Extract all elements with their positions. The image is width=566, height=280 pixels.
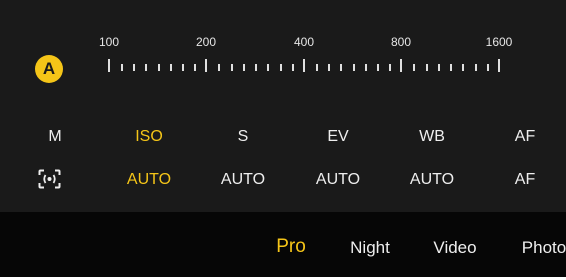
param-value-ev[interactable]: AUTO (316, 171, 360, 189)
ruler-minor-tick (182, 64, 184, 71)
ruler-minor-tick (280, 64, 282, 71)
ruler-minor-tick (365, 64, 367, 71)
ruler-minor-tick (133, 64, 135, 71)
ruler-minor-tick (231, 64, 233, 71)
ruler-major-tick (108, 59, 110, 72)
ruler-minor-tick (438, 64, 440, 71)
param-value-s[interactable]: AUTO (221, 171, 265, 189)
ruler-minor-tick (158, 64, 160, 71)
iso-ruler-label: 400 (293, 35, 315, 49)
ruler-major-tick (303, 59, 305, 72)
mode-video[interactable]: Video (433, 238, 476, 258)
mode-night[interactable]: Night (350, 238, 390, 258)
ruler-minor-tick (218, 64, 220, 71)
metering-icon[interactable] (38, 169, 61, 189)
param-value-wb[interactable]: AUTO (410, 171, 454, 189)
ruler-minor-tick (389, 64, 391, 71)
param-label-wb[interactable]: WB (419, 128, 445, 146)
ruler-minor-tick (475, 64, 477, 71)
ruler-major-tick (205, 59, 207, 72)
mode-pro[interactable]: Pro (276, 236, 306, 258)
ruler-minor-tick (353, 64, 355, 71)
iso-ruler-label: 100 (98, 35, 120, 49)
ruler-minor-tick (377, 64, 379, 71)
param-value-iso[interactable]: AUTO (127, 171, 171, 189)
ruler-minor-tick (292, 64, 294, 71)
ruler-minor-tick (194, 64, 196, 71)
ruler-minor-tick (487, 64, 489, 71)
ruler-minor-tick (255, 64, 257, 71)
iso-ruler-label: 1600 (485, 35, 513, 49)
ruler-minor-tick (316, 64, 318, 71)
ruler-minor-tick (328, 64, 330, 71)
param-value-af[interactable]: AF (515, 171, 535, 189)
ruler-minor-tick (462, 64, 464, 71)
ruler-major-tick (400, 59, 402, 72)
iso-ruler[interactable]: 100 200 400 800 1600 (0, 0, 566, 90)
param-label-af[interactable]: AF (515, 128, 535, 146)
iso-ruler-label: 200 (195, 35, 217, 49)
ruler-minor-tick (267, 64, 269, 71)
ruler-major-tick (498, 59, 500, 72)
mode-photo[interactable]: Photo (522, 238, 566, 258)
ruler-minor-tick (243, 64, 245, 71)
param-label-ev[interactable]: EV (327, 128, 348, 146)
ruler-minor-tick (340, 64, 342, 71)
param-label-s[interactable]: S (238, 128, 249, 146)
ruler-minor-tick (170, 64, 172, 71)
ruler-minor-tick (145, 64, 147, 71)
ruler-minor-tick (121, 64, 123, 71)
param-label-iso[interactable]: ISO (135, 128, 163, 146)
iso-ruler-label: 800 (390, 35, 412, 49)
ruler-minor-tick (413, 64, 415, 71)
ruler-minor-tick (426, 64, 428, 71)
ruler-minor-tick (450, 64, 452, 71)
param-label-m[interactable]: M (48, 128, 61, 146)
